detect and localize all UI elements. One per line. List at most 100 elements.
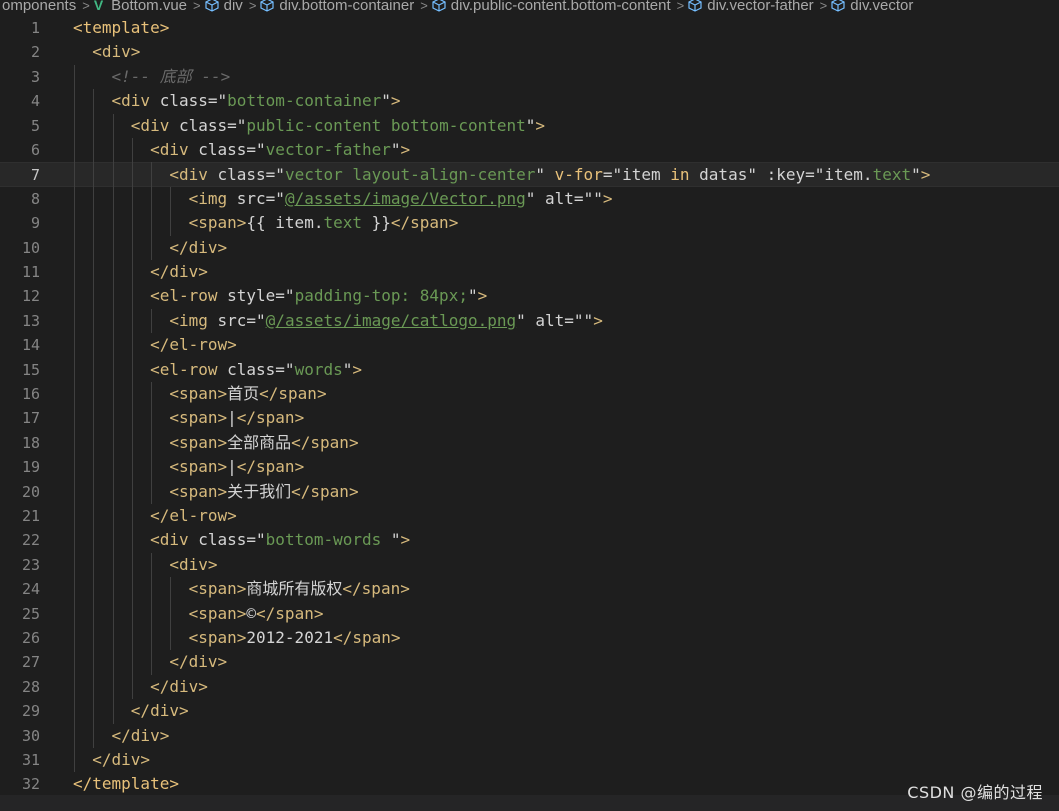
- indent-guide: [151, 162, 153, 260]
- line-number: 1: [30, 19, 40, 37]
- code-line[interactable]: 8 <img src="@/assets/image/Vector.png" a…: [0, 187, 1059, 211]
- code-token: <el-row: [73, 286, 228, 306]
- code-token: <div: [73, 140, 199, 159]
- code-token: </span>: [236, 457, 305, 477]
- code-token: </span>: [342, 579, 410, 599]
- indent-guide: [131, 138, 133, 700]
- code-token: |: [227, 457, 237, 477]
- code-line[interactable]: 6 <div class="vector-father">: [0, 138, 1059, 162]
- breadcrumb-item[interactable]: omponents: [0, 0, 78, 13]
- code-token: ": [535, 165, 555, 185]
- code-line[interactable]: 10 </div>: [0, 236, 1059, 260]
- code-token: >: [400, 530, 411, 550]
- breadcrumb-label: omponents: [2, 0, 77, 13]
- code-token: "item.: [814, 165, 873, 185]
- breadcrumb-item[interactable]: div.bottom-container: [260, 0, 416, 13]
- code-line[interactable]: 1 <template>: [0, 16, 1059, 40]
- cube-icon: [831, 0, 845, 12]
- cube-icon: [205, 0, 219, 12]
- code-token: </div>: [73, 750, 151, 769]
- code-token: <span>: [73, 213, 247, 233]
- code-token: "item: [612, 165, 671, 185]
- code-line[interactable]: 32 </template>: [0, 772, 1059, 796]
- code-token: ": [275, 165, 285, 185]
- line-number: 11: [21, 263, 40, 281]
- breadcrumb-item[interactable]: div.public-content.bottom-content: [432, 0, 673, 13]
- indent-guide: [93, 89, 95, 748]
- code-line[interactable]: 22 <div class="bottom-words ">: [0, 528, 1059, 552]
- code-line[interactable]: 27 </div>: [0, 650, 1059, 674]
- breadcrumb-separator: >: [193, 0, 201, 13]
- line-number: 21: [21, 507, 40, 525]
- breadcrumb-label: div.public-content.bottom-content: [450, 0, 671, 13]
- code-token: </template>: [73, 774, 179, 794]
- code-line[interactable]: 23 <div>: [0, 553, 1059, 577]
- code-line[interactable]: 21 </el-row>: [0, 504, 1059, 528]
- line-number: 25: [21, 604, 40, 623]
- line-number: 10: [21, 238, 40, 257]
- code-line[interactable]: 25 <span>©</span>: [0, 602, 1059, 626]
- code-line[interactable]: 2 <div>: [0, 40, 1059, 64]
- breadcrumb-item[interactable]: div: [205, 0, 245, 13]
- breadcrumb-item[interactable]: div.vector-father: [688, 0, 815, 13]
- code-text: </div>: [73, 748, 150, 772]
- code-token: </el-row>: [73, 506, 237, 525]
- code-line[interactable]: 30 </div>: [0, 724, 1059, 748]
- code-line[interactable]: 26 <span>2012-2021</span>: [0, 626, 1059, 650]
- code-line[interactable]: 3 <!-- 底部 -->: [0, 65, 1059, 89]
- line-number: 2: [30, 43, 40, 62]
- code-line[interactable]: 13 <img src="@/assets/image/catlogo.png"…: [0, 309, 1059, 333]
- code-line[interactable]: 5 <div class="public-content bottom-cont…: [0, 114, 1059, 138]
- line-number: 26: [21, 629, 40, 647]
- code-token: class=: [198, 530, 257, 550]
- code-line[interactable]: 29 </div>: [0, 699, 1059, 723]
- code-token: style=: [227, 286, 285, 306]
- code-token: ": [284, 359, 295, 379]
- code-token: ": [911, 165, 921, 185]
- breadcrumb-item[interactable]: V Bottom.vue: [94, 0, 189, 13]
- code-token: </span>: [256, 603, 324, 623]
- line-number: 19: [21, 458, 40, 477]
- code-token: vector-father: [265, 140, 391, 159]
- code-token: public-content bottom-content: [246, 115, 526, 135]
- code-token: </span>: [291, 432, 359, 452]
- code-text: <el-row style="padding-top: 84px;">: [73, 284, 487, 308]
- code-token: {{ item.: [246, 213, 324, 233]
- code-line[interactable]: 9 <span>{{ item.text }}</span>: [0, 211, 1059, 235]
- code-token: bottom-container: [227, 91, 382, 111]
- line-number: 18: [21, 433, 40, 452]
- code-token: <template>: [73, 18, 170, 37]
- code-line[interactable]: 4 <div class="bottom-container">: [0, 89, 1059, 113]
- code-line[interactable]: 14 </el-row>: [0, 333, 1059, 357]
- breadcrumb-item[interactable]: div.vector: [831, 0, 915, 13]
- code-token: ": [381, 91, 391, 111]
- code-token: v-for: [554, 165, 603, 185]
- code-line[interactable]: 17 <span>|</span>: [0, 406, 1059, 430]
- code-text: </div>: [73, 724, 170, 748]
- code-line[interactable]: 28 </div>: [0, 675, 1059, 699]
- code-text: </el-row>: [73, 504, 237, 528]
- code-line[interactable]: 24 <span>商城所有版权</span>: [0, 577, 1059, 601]
- code-text: <div class="public-content bottom-conten…: [73, 114, 545, 138]
- breadcrumb-label: div: [223, 0, 243, 13]
- line-number: 32: [21, 775, 40, 794]
- code-line[interactable]: 31 </div>: [0, 748, 1059, 772]
- code-line[interactable]: 20 <span>关于我们</span>: [0, 480, 1059, 504]
- code-token: |: [227, 408, 237, 428]
- code-editor[interactable]: 1 <template> 2 <div> 3 <!-- 底部 --> 4 <div cl…: [0, 16, 1059, 795]
- code-line[interactable]: 11 </div>: [0, 260, 1059, 284]
- code-token: 商城所有版权: [246, 579, 343, 599]
- indent-guide: [170, 577, 172, 651]
- code-text: <div class="bottom-container">: [73, 89, 401, 113]
- code-line[interactable]: 19 <span>|</span>: [0, 455, 1059, 479]
- code-token: >: [400, 140, 411, 159]
- code-line[interactable]: 7 <div class="vector layout-align-center…: [0, 162, 1059, 187]
- code-line[interactable]: 16 <span>首页</span>: [0, 382, 1059, 406]
- code-line[interactable]: 12 <el-row style="padding-top: 84px;">: [0, 284, 1059, 308]
- code-token: ": [525, 115, 536, 135]
- code-token: <span>: [73, 628, 247, 647]
- code-token: 关于我们: [227, 481, 292, 501]
- code-line[interactable]: 15 <el-row class="words">: [0, 358, 1059, 382]
- code-token: <div: [73, 91, 160, 111]
- code-line[interactable]: 18 <span>全部商品</span>: [0, 431, 1059, 455]
